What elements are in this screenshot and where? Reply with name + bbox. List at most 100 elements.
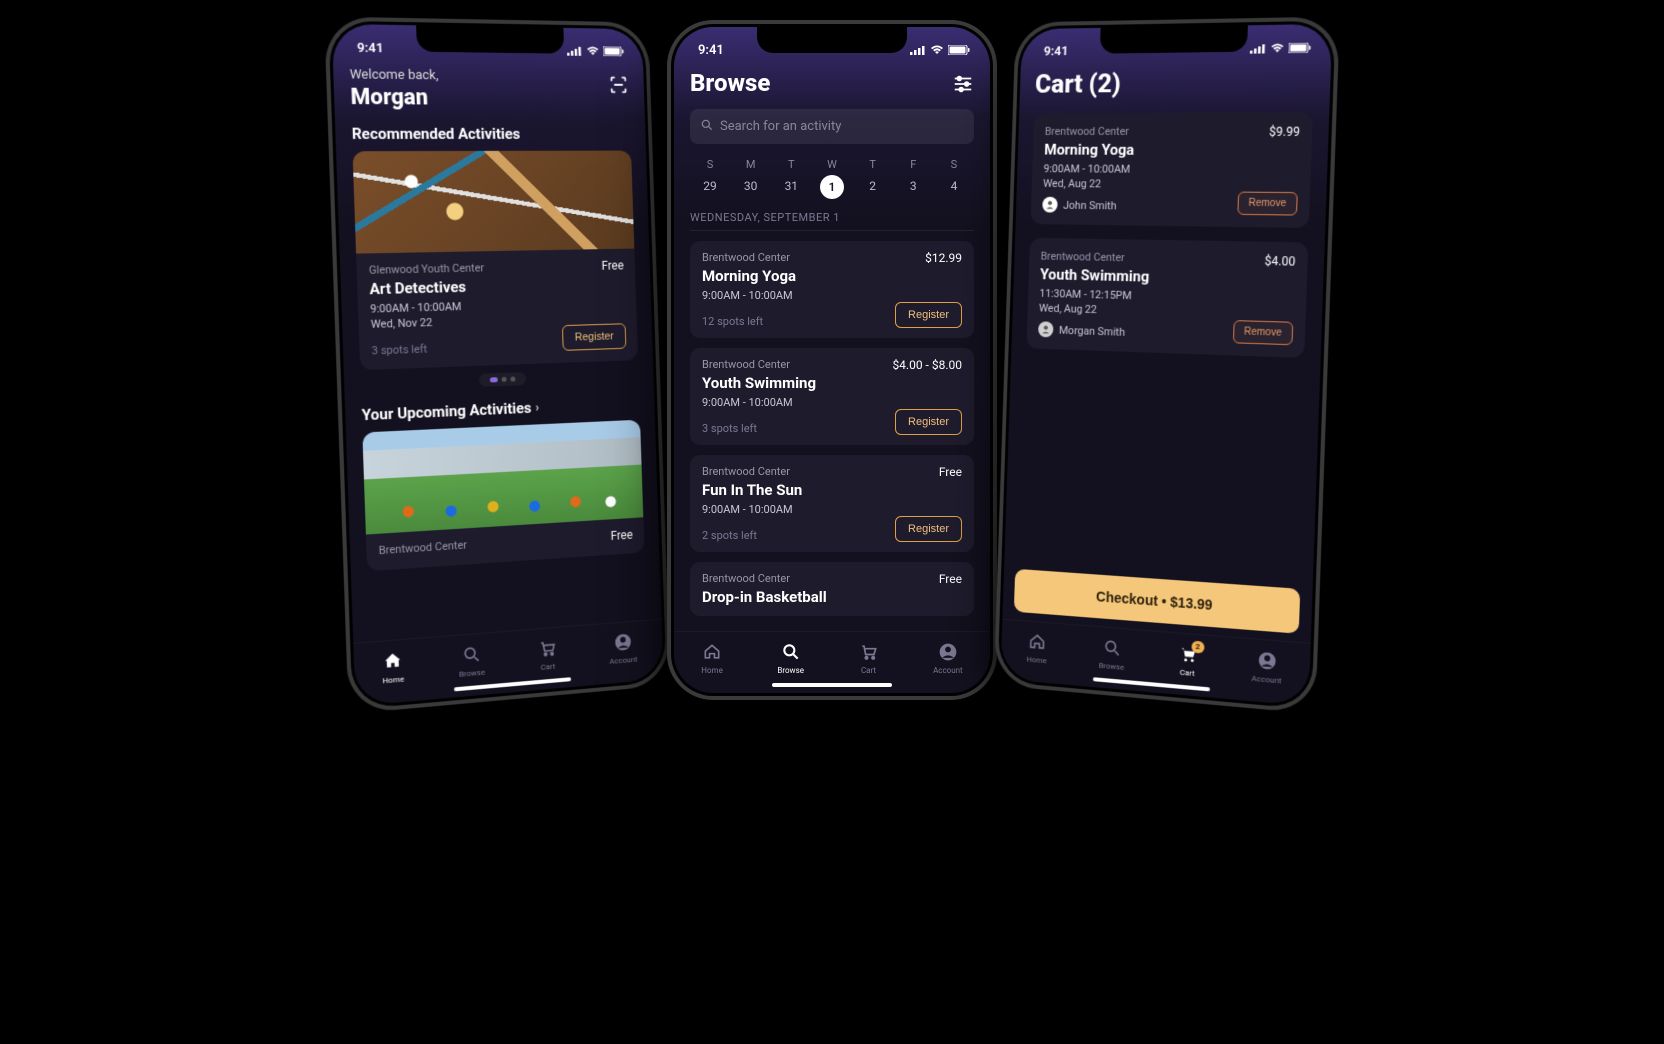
card-image xyxy=(352,151,634,254)
tab-browse[interactable]: Browse xyxy=(1098,637,1125,672)
card-time: 9:00AM - 10:00AM xyxy=(1043,162,1298,176)
cal-day-selected[interactable]: 1 xyxy=(820,175,844,199)
battery-icon xyxy=(1288,43,1311,54)
search-icon xyxy=(461,644,482,668)
phone-home: 9:41 Welcome back, Morgan xyxy=(324,16,670,714)
tab-account[interactable]: Account xyxy=(609,631,638,666)
calendar-strip[interactable]: S M T W T F S 29 30 31 1 2 3 xyxy=(690,154,974,199)
cal-day[interactable]: 3 xyxy=(897,175,929,199)
upcoming-heading[interactable]: Your Upcoming Activities › xyxy=(361,394,639,424)
card-time: 9:00AM - 10:00AM xyxy=(702,503,962,516)
card-price: Free xyxy=(939,572,962,586)
tab-label: Home xyxy=(701,666,723,675)
card-location: Brentwood Center xyxy=(702,465,790,478)
cal-day[interactable]: 4 xyxy=(938,175,970,199)
signal-icon xyxy=(567,46,583,56)
cal-day[interactable]: 29 xyxy=(694,175,726,199)
signal-icon xyxy=(910,45,926,55)
weekday: F xyxy=(897,154,929,175)
register-button[interactable]: Register xyxy=(562,323,626,351)
card-spots: 3 spots left xyxy=(372,342,428,357)
tab-cart[interactable]: Cart xyxy=(537,638,557,672)
register-button[interactable]: Register xyxy=(895,516,962,542)
signal-icon xyxy=(1250,43,1266,53)
card-title: Fun In The Sun xyxy=(702,481,962,499)
date-header: WEDNESDAY, SEPTEMBER 1 xyxy=(690,211,974,231)
device-notch xyxy=(757,27,907,53)
search-input[interactable]: Search for an activity xyxy=(690,109,974,144)
tab-home[interactable]: Home xyxy=(701,642,723,675)
tab-account[interactable]: Account xyxy=(1251,649,1282,685)
device-notch xyxy=(416,25,564,53)
tab-label: Account xyxy=(1251,674,1281,686)
tab-home[interactable]: Home xyxy=(1026,631,1047,665)
battery-icon xyxy=(603,46,624,56)
remove-button[interactable]: Remove xyxy=(1233,320,1294,345)
phone-browse: 9:41 Browse Search for an activity xyxy=(667,20,997,700)
card-price: $12.99 xyxy=(925,251,962,265)
card-title: Morning Yoga xyxy=(1044,141,1300,160)
cal-day[interactable]: 30 xyxy=(735,175,767,199)
account-icon xyxy=(1257,650,1278,674)
register-button[interactable]: Register xyxy=(895,409,962,435)
card-price: Free xyxy=(611,528,633,543)
page-title: Browse xyxy=(690,69,770,97)
tab-label: Account xyxy=(933,666,963,675)
cal-day[interactable]: 31 xyxy=(775,175,807,199)
avatar-icon xyxy=(1042,197,1058,213)
card-spots: 12 spots left xyxy=(702,315,763,328)
scan-icon[interactable] xyxy=(608,74,630,100)
activity-item[interactable]: Brentwood Center $12.99 Morning Yoga 9:0… xyxy=(690,241,974,338)
tab-label: Cart xyxy=(861,666,876,675)
card-title: Art Detectives xyxy=(369,274,624,298)
card-location: Brentwood Center xyxy=(1045,125,1129,138)
cart-badge: 2 xyxy=(1191,641,1204,654)
status-time: 9:41 xyxy=(698,43,724,58)
wifi-icon xyxy=(586,46,600,56)
welcome-name: Morgan xyxy=(350,85,439,111)
status-time: 9:41 xyxy=(357,40,384,56)
tab-cart[interactable]: 2 Cart xyxy=(1177,643,1198,678)
cart-item: Brentwood Center $4.00 Youth Swimming 11… xyxy=(1026,238,1308,358)
card-price: $9.99 xyxy=(1269,125,1300,139)
card-location: Glenwood Youth Center xyxy=(369,261,485,277)
tab-cart[interactable]: Cart xyxy=(859,642,879,675)
account-icon xyxy=(613,632,633,655)
tab-browse[interactable]: Browse xyxy=(777,642,804,675)
activity-item[interactable]: Brentwood Center Free Fun In The Sun 9:0… xyxy=(690,455,974,552)
tab-account[interactable]: Account xyxy=(933,642,963,675)
recommended-card[interactable]: Glenwood Youth Center Free Art Detective… xyxy=(352,151,638,371)
filter-icon[interactable] xyxy=(952,73,974,99)
card-location: Brentwood Center xyxy=(702,251,790,264)
wifi-icon xyxy=(1270,43,1285,53)
chevron-right-icon: › xyxy=(535,400,539,415)
tab-label: Home xyxy=(1026,655,1047,666)
weekday: T xyxy=(857,154,889,175)
cal-day[interactable]: 2 xyxy=(857,175,889,199)
card-title: Morning Yoga xyxy=(702,267,962,285)
home-indicator[interactable] xyxy=(772,683,892,687)
recommended-heading: Recommended Activities xyxy=(352,125,631,143)
card-time: 9:00AM - 10:00AM xyxy=(702,289,962,302)
card-spots: 3 spots left xyxy=(702,422,757,435)
wifi-icon xyxy=(930,45,944,55)
search-placeholder: Search for an activity xyxy=(720,119,841,134)
card-title: Youth Swimming xyxy=(702,374,962,392)
cart-user: Morgan Smith xyxy=(1059,323,1125,338)
tab-label: Cart xyxy=(541,662,556,672)
activity-item[interactable]: Brentwood Center Free Drop-in Basketball xyxy=(690,562,974,616)
status-icons xyxy=(910,45,970,55)
tab-label: Browse xyxy=(1098,661,1124,672)
tab-home[interactable]: Home xyxy=(382,650,405,685)
tab-browse[interactable]: Browse xyxy=(458,644,485,679)
card-title: Youth Swimming xyxy=(1040,265,1295,289)
activity-item[interactable]: Brentwood Center $4.00 - $8.00 Youth Swi… xyxy=(690,348,974,445)
status-time: 9:41 xyxy=(1044,44,1069,59)
upcoming-heading-text: Your Upcoming Activities xyxy=(361,399,531,425)
cart-icon xyxy=(537,638,557,661)
remove-button[interactable]: Remove xyxy=(1237,192,1298,216)
register-button[interactable]: Register xyxy=(895,302,962,328)
search-icon xyxy=(781,642,801,664)
upcoming-card[interactable]: Brentwood Center Free xyxy=(362,420,644,572)
home-icon xyxy=(1027,631,1047,654)
